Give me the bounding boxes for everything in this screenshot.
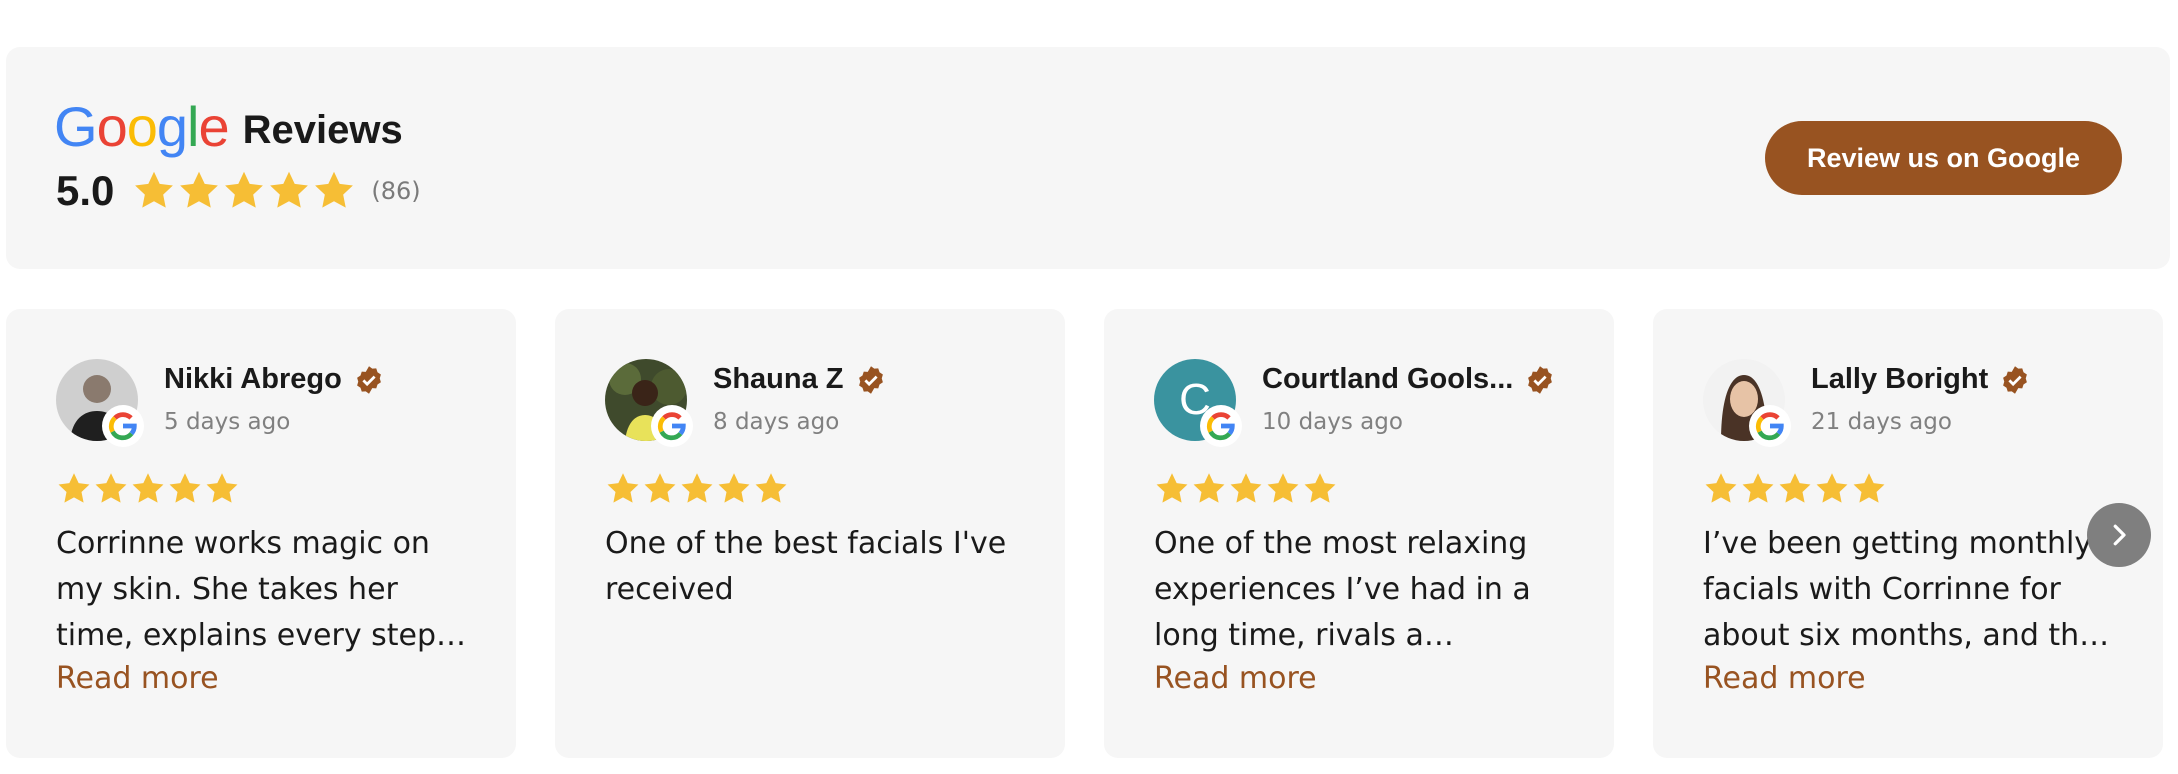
star-icon (1304, 473, 1336, 503)
google-reviews-brand: Google Reviews (54, 99, 403, 155)
star-icon (132, 473, 164, 503)
google-g-icon (1749, 405, 1791, 447)
star-icon (1816, 473, 1848, 503)
google-logo-letter: l (187, 95, 199, 158)
google-g-icon (651, 405, 693, 447)
star-icon (206, 473, 238, 503)
review-date: 5 days ago (164, 409, 291, 435)
review-card: Nikki Abrego 5 days ago Corrinne works m… (6, 309, 516, 758)
overall-stars (132, 169, 357, 213)
avatar: C (1154, 359, 1242, 447)
review-card: C Courtland Gools... 10 days ago One of … (1104, 309, 1614, 758)
star-icon (95, 473, 127, 503)
read-more-link[interactable]: Read more (1154, 661, 1317, 696)
review-text: I’ve been getting monthly facials with C… (1703, 526, 2098, 653)
star-icon (1267, 473, 1299, 503)
google-logo-letter: G (54, 95, 98, 158)
google-logo-letter: o (96, 95, 128, 158)
google-logo: Google (54, 99, 230, 155)
star-icon (1230, 473, 1262, 503)
verified-badge-icon (1528, 365, 1553, 394)
overall-rating: 5.0 (56, 167, 115, 214)
avatar (605, 359, 693, 447)
verified-badge-icon (858, 365, 883, 394)
review-us-button[interactable]: Review us on Google (1764, 121, 2122, 195)
reviews-title: Reviews (242, 107, 403, 152)
review-stars (1703, 471, 1888, 507)
review-date: 10 days ago (1262, 409, 1403, 435)
read-more-link[interactable]: Read more (56, 661, 219, 696)
reviews-header: Google Reviews 5.0 (86) Review us on Goo… (6, 47, 2170, 269)
star-icon (1853, 473, 1885, 503)
review-date: 21 days ago (1811, 409, 1952, 435)
star-icon (1779, 473, 1811, 503)
star-icon (270, 171, 309, 208)
reviewer-name[interactable]: Courtland Gools... (1262, 363, 1513, 396)
star-icon (607, 473, 639, 503)
star-icon (315, 171, 354, 208)
rating-summary: 5.0 (86) (56, 167, 421, 215)
reviewer-name-row: Shauna Z (713, 363, 886, 396)
star-icon (1742, 473, 1774, 503)
avatar (1703, 359, 1791, 447)
star-icon (644, 473, 676, 503)
google-logo-letter: e (198, 95, 229, 158)
chevron-right-icon (2113, 524, 2126, 546)
google-g-icon (102, 405, 144, 447)
verified-badge-icon (2003, 365, 2028, 394)
star-icon (1156, 473, 1188, 503)
review-text: Corrinne works magic on my skin. She tak… (56, 526, 436, 653)
star-icon (718, 473, 750, 503)
review-text: One of the best facials I've received (605, 526, 1007, 607)
star-icon (180, 171, 219, 208)
review-text: One of the most relaxing experiences I’v… (1154, 526, 1531, 653)
google-g-icon (1200, 405, 1242, 447)
review-date: 8 days ago (713, 409, 840, 435)
google-logo-letter: g (156, 95, 188, 158)
reviewer-name[interactable]: Lally Boright (1811, 363, 1988, 396)
star-icon (1705, 473, 1737, 503)
star-icon (225, 171, 264, 208)
verified-badge-icon (356, 365, 381, 394)
reviewer-name[interactable]: Nikki Abrego (164, 363, 342, 396)
reviewer-name-row: Courtland Gools... (1262, 363, 1555, 396)
reviewer-name-row: Lally Boright (1811, 363, 2030, 396)
star-icon (755, 473, 787, 503)
read-more-link[interactable]: Read more (1703, 661, 1866, 696)
review-card: Shauna Z 8 days ago One of the best faci… (555, 309, 1065, 758)
google-logo-letter: o (126, 95, 158, 158)
star-icon (135, 171, 174, 208)
star-icon (681, 473, 713, 503)
star-icon (1193, 473, 1225, 503)
star-icon (58, 473, 90, 503)
review-stars (1154, 471, 1339, 507)
carousel-next-button[interactable] (2087, 503, 2151, 567)
review-stars (605, 471, 790, 507)
avatar (56, 359, 144, 447)
review-count: (86) (371, 177, 421, 205)
review-stars (56, 471, 241, 507)
reviewer-name[interactable]: Shauna Z (713, 363, 844, 396)
reviewer-name-row: Nikki Abrego (164, 363, 384, 396)
star-icon (169, 473, 201, 503)
